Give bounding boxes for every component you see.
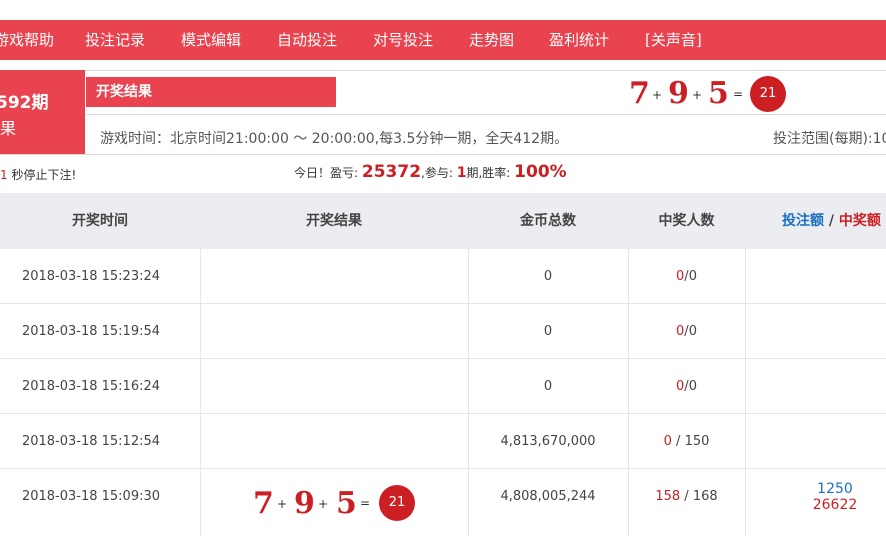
row-total-coins: 0 [543, 379, 553, 394]
period-subtitle: 果 [0, 119, 17, 138]
game-time-info: 游戏时间：北京时间21:00:00 ～ 20:00:00,每3.5分钟一期，全天… [100, 131, 569, 147]
top-nav-bar: 游戏帮助 投注记录 模式编辑 自动投注 对号投注 走势图 盈利统计 [关声音] [0, 20, 886, 60]
equals-sign: = [733, 87, 744, 101]
row-winner-count: 0/0 [628, 304, 745, 359]
row-win-count: 0 [663, 434, 672, 449]
bet-range-info: 投注范围(每期):10 [773, 131, 886, 147]
nav-number-bet[interactable]: 对号投注 [373, 20, 433, 60]
table-row[interactable]: 2018-03-18 15:12:54 4,813,670,000 0 / 15… [0, 414, 886, 469]
result-digit-2: 9 [668, 76, 689, 111]
row-draw-time: 2018-03-18 15:09:30 [21, 489, 161, 504]
result-sum-ball: 21 [379, 485, 415, 521]
row-total-coins: 4,808,005,244 [500, 489, 596, 504]
plus-sign: + [652, 88, 663, 102]
row-winner-count: 0/0 [628, 359, 745, 414]
today-profit-label: 今日！盈亏: [294, 166, 359, 180]
row-draw-time: 2018-03-18 15:23:24 [21, 269, 161, 284]
countdown-text: 秒停止下注! [11, 168, 77, 182]
row-total-players: 0 [688, 379, 697, 394]
info-bottom-divider [0, 154, 886, 155]
header-bet-amount: 投注额 [782, 213, 824, 229]
result-digit-3: 5 [336, 486, 357, 521]
result-digit-2: 9 [294, 486, 315, 521]
row-bet-win: 1250 26622 [785, 481, 885, 513]
header-bet-win: 投注额 / 中奖额 [782, 193, 881, 249]
row-total-players: 0 [688, 324, 697, 339]
row-winner-count: 0/0 [628, 249, 745, 304]
row-winner-count: 0 / 150 [628, 414, 745, 469]
today-periods-value: 1 [456, 165, 467, 181]
plus-sign: + [692, 88, 703, 102]
today-stats: 今日！盈亏: 25372,参与: 1期,胜率: 100% [294, 162, 567, 182]
row-bet-amount: 1250 [817, 481, 853, 497]
table-row[interactable]: 2018-03-18 15:16:24 0 0/0 [0, 359, 886, 414]
nav-profit-stats[interactable]: 盈利统计 [549, 20, 609, 60]
nav-auto-bet[interactable]: 自动投注 [277, 20, 337, 60]
row-winner-count: 158 / 168 [628, 469, 745, 524]
row-total-coins: 0 [543, 269, 553, 284]
today-periods-unit: 期 [466, 166, 479, 180]
row-separator: / [676, 434, 681, 449]
nav-game-help[interactable]: 游戏帮助 [0, 20, 54, 60]
today-rate-label: ,胜率: [478, 166, 511, 180]
table-row[interactable]: 2018-03-18 15:19:54 0 0/0 [0, 304, 886, 359]
header-winner-count: 中奖人数 [658, 213, 715, 229]
result-digit-1: 7 [629, 76, 650, 111]
row-draw-time: 2018-03-18 15:16:24 [21, 379, 161, 394]
row-total-players: 168 [692, 489, 718, 504]
row-separator: / [684, 489, 689, 504]
header-win-amount: 中奖额 [838, 213, 881, 229]
plus-sign: + [277, 497, 288, 511]
result-digit-1: 7 [253, 486, 274, 521]
row-total-players: 150 [684, 434, 710, 449]
row-win-amount: 26622 [812, 497, 858, 513]
nav-trend-chart[interactable]: 走势图 [469, 20, 514, 60]
result-digit-3: 5 [708, 76, 729, 111]
table-row[interactable]: 2018-03-18 15:23:24 0 0/0 [0, 249, 886, 304]
equals-sign: = [360, 496, 371, 510]
today-win-rate: 100% [514, 162, 567, 182]
row-total-coins: 4,813,670,000 [500, 434, 596, 449]
nav-mode-edit[interactable]: 模式编辑 [181, 20, 241, 60]
table-row[interactable]: 2018-03-18 15:09:30 7 + 9 + 5 = 21 4,808… [0, 469, 886, 524]
row-total-players: 0 [688, 269, 697, 284]
current-period-box: 592期 果 [0, 70, 85, 154]
today-profit-value: 25372 [361, 162, 422, 182]
result-tab[interactable]: 开奖结果 [86, 77, 336, 107]
table-header: 开奖时间 开奖结果 金币总数 中奖人数 投注额 / 中奖额 [0, 193, 886, 249]
info-top-divider [0, 70, 886, 71]
info-mid-divider [86, 114, 886, 115]
period-number: 592期 [0, 93, 49, 113]
countdown-seconds: 1 [0, 168, 8, 182]
row-total-coins: 0 [543, 324, 553, 339]
today-join-label: ,参与: [421, 166, 453, 180]
plus-sign: + [318, 497, 329, 511]
header-draw-result: 开奖结果 [306, 213, 362, 229]
result-sum-ball: 21 [750, 76, 786, 112]
bet-countdown: 1 秒停止下注! [0, 166, 76, 183]
header-separator: / [828, 213, 834, 229]
row-win-count: 158 [655, 489, 681, 504]
header-total-coins: 金币总数 [520, 213, 576, 229]
nav-bet-records[interactable]: 投注记录 [85, 20, 145, 60]
nav-toggle-sound[interactable]: [关声音] [645, 20, 702, 60]
row-draw-time: 2018-03-18 15:12:54 [21, 434, 161, 449]
header-draw-time: 开奖时间 [72, 213, 128, 229]
row-draw-time: 2018-03-18 15:19:54 [21, 324, 161, 339]
